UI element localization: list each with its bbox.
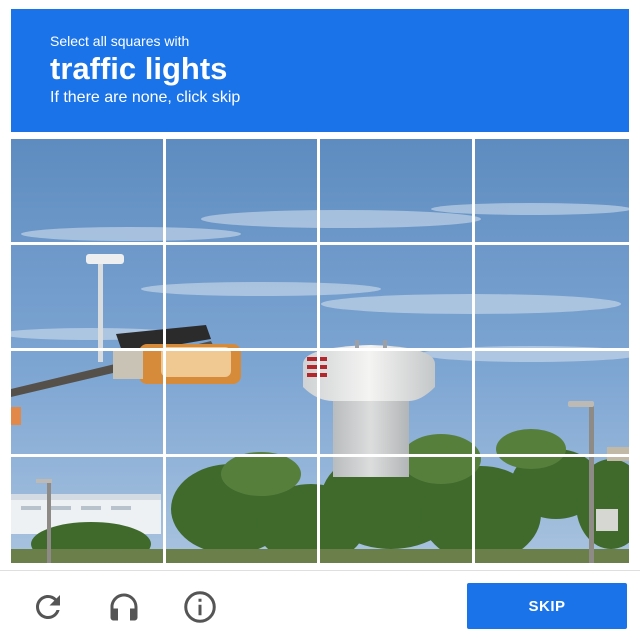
grid-tile[interactable]: [11, 139, 166, 245]
grid-tile[interactable]: [474, 351, 629, 457]
grid-tile[interactable]: [320, 245, 475, 351]
instruction-text: Select all squares with: [50, 33, 190, 49]
reload-icon[interactable]: [30, 589, 66, 625]
grid-tile[interactable]: [166, 457, 320, 563]
grid-tile[interactable]: [474, 245, 629, 351]
grid-tile[interactable]: [474, 139, 629, 245]
grid-tile[interactable]: [165, 139, 320, 245]
grid-tile[interactable]: [11, 245, 166, 351]
skip-hint-text: If there are none, click skip: [50, 89, 241, 106]
image-grid: [11, 139, 629, 563]
challenge-header: Select all squares with traffic lights I…: [11, 9, 629, 132]
tile-grid: [11, 139, 629, 563]
grid-tile[interactable]: [11, 457, 166, 563]
skip-button[interactable]: SKIP: [467, 583, 627, 629]
grid-tile[interactable]: [475, 457, 630, 563]
grid-tile[interactable]: [320, 457, 475, 563]
grid-tile[interactable]: [320, 139, 475, 245]
info-icon[interactable]: [182, 589, 218, 625]
headphones-icon[interactable]: [106, 589, 142, 625]
grid-tile[interactable]: [11, 351, 166, 457]
grid-tile[interactable]: [165, 351, 320, 457]
target-object-text: traffic lights: [50, 51, 228, 86]
grid-tile[interactable]: [165, 245, 320, 351]
grid-tile[interactable]: [320, 351, 475, 457]
